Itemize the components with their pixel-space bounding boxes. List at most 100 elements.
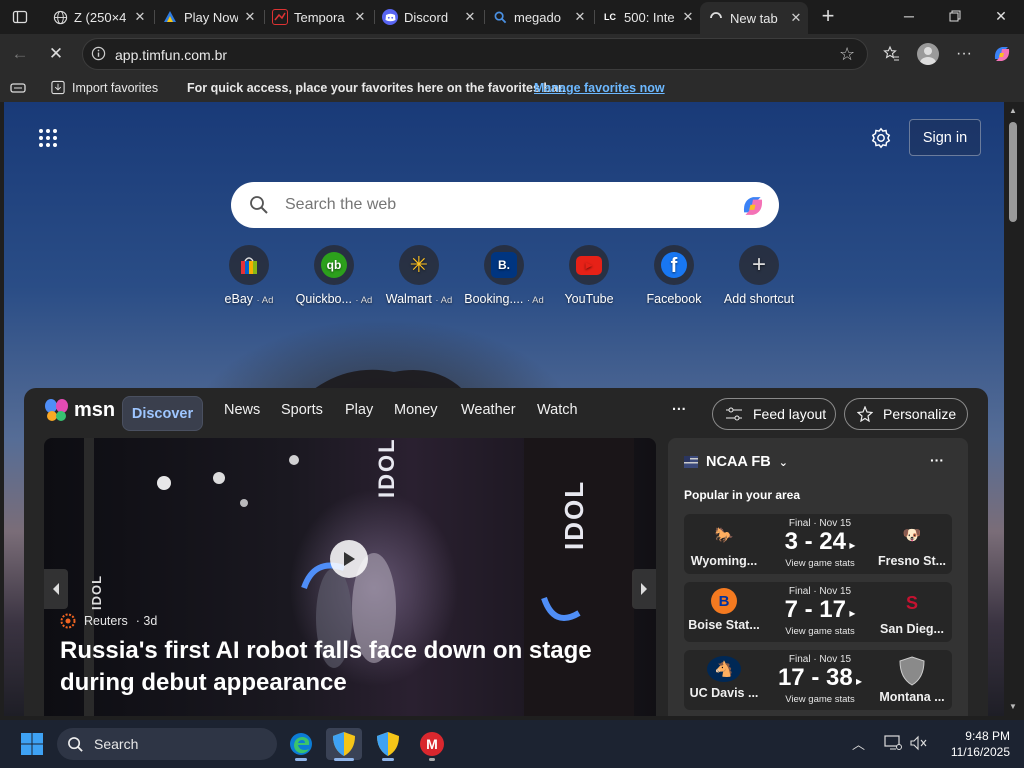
settings-gear-icon[interactable]	[870, 127, 892, 152]
back-button[interactable]: ←	[6, 40, 34, 68]
volume-muted-icon[interactable]	[910, 735, 928, 754]
personalize-button[interactable]: Personalize	[844, 398, 968, 430]
view-game-stats-link[interactable]: View game stats	[772, 626, 868, 637]
tab-z[interactable]: Z (250×4 ✕	[46, 4, 152, 30]
more-nav-button[interactable]: ···	[672, 402, 687, 418]
shield-icon	[333, 732, 355, 756]
page-scrollbar[interactable]: ▲ ▼	[1004, 102, 1024, 716]
favorites-icon[interactable]	[878, 40, 906, 68]
apps-grid-icon[interactable]	[38, 128, 58, 151]
running-indicator	[429, 758, 435, 761]
nav-play[interactable]: Play	[345, 402, 373, 418]
network-monitor-icon[interactable]	[884, 735, 902, 754]
close-tab-icon[interactable]: ✕	[354, 9, 366, 25]
nav-watch[interactable]: Watch	[537, 402, 578, 418]
nav-news[interactable]: News	[224, 402, 260, 418]
game-row[interactable]: 🐴 UC Davis ... Final · Nov 15 17 - 38 ▸ V…	[684, 650, 952, 710]
carousel-prev-button[interactable]	[44, 569, 68, 609]
nav-discover[interactable]: Discover	[122, 396, 203, 431]
tab-tempora[interactable]: Tempora ✕	[266, 4, 372, 30]
running-indicator	[295, 758, 307, 761]
stop-loading-button[interactable]: ✕	[42, 40, 70, 68]
address-bar[interactable]: app.timfun.com.br ☆	[82, 38, 868, 70]
view-game-stats-link[interactable]: View game stats	[772, 558, 868, 569]
hero-article[interactable]: IDOL IDOL IDOL Reuters · 3d Russia's fir…	[44, 438, 656, 716]
more-menu-icon[interactable]: ···	[950, 40, 978, 68]
windows-logo-icon	[21, 733, 43, 755]
info-icon[interactable]	[91, 46, 106, 64]
close-tab-icon[interactable]: ✕	[244, 9, 256, 25]
new-tab-page: Sign in eBay · Ad qb Quickbo... · Ad ✳ W…	[4, 102, 1004, 716]
new-tab-button[interactable]: +	[814, 2, 842, 30]
search-input[interactable]	[285, 193, 705, 217]
restore-icon[interactable]	[932, 0, 978, 32]
close-tab-icon[interactable]: ✕	[574, 9, 586, 25]
nav-weather[interactable]: Weather	[461, 402, 516, 418]
navigation-bar: ← ✕ app.timfun.com.br ☆ ···	[0, 34, 1024, 74]
close-tab-icon[interactable]: ✕	[134, 9, 146, 25]
taskbar-search[interactable]: Search	[57, 728, 277, 760]
lc-icon: LC	[604, 12, 616, 22]
shortcut-walmart[interactable]: ✳ Walmart · Ad	[374, 245, 464, 306]
start-button[interactable]	[14, 728, 50, 760]
view-game-stats-link[interactable]: View game stats	[772, 694, 868, 705]
play-video-button[interactable]	[330, 540, 368, 578]
tab-500[interactable]: LC 500: Inte ✕	[596, 4, 700, 30]
tab-discord[interactable]: Discord ✕	[376, 4, 482, 30]
game-score: Final · Nov 15 17 - 38 ▸ View game stats	[772, 654, 868, 705]
nav-money[interactable]: Money	[394, 402, 438, 418]
msn-logo[interactable]: msn	[44, 398, 115, 422]
scroll-down-icon[interactable]: ▼	[1009, 702, 1017, 711]
carousel-next-button[interactable]	[632, 569, 656, 609]
feed-layout-button[interactable]: Feed layout	[712, 398, 836, 430]
close-tab-icon[interactable]: ✕	[790, 10, 802, 26]
league-selector[interactable]: NCAA FB ⌄	[684, 454, 788, 470]
web-search-box[interactable]	[231, 182, 779, 228]
nav-sports[interactable]: Sports	[281, 402, 323, 418]
hero-headline[interactable]: Russia's first AI robot falls face down …	[60, 635, 650, 699]
card-more-options-icon[interactable]: ···	[930, 452, 944, 468]
scroll-up-icon[interactable]: ▲	[1009, 106, 1017, 115]
sign-in-button[interactable]: Sign in	[909, 119, 981, 156]
scrollbar-thumb[interactable]	[1009, 122, 1017, 222]
tab-megado[interactable]: megado ✕	[486, 4, 592, 30]
san-diego-state-logo-icon: S	[905, 592, 918, 613]
shortcut-facebook[interactable]: f Facebook	[629, 245, 719, 306]
shortcut-youtube[interactable]: ▶ YouTube	[544, 245, 634, 306]
import-favorites-button[interactable]: Import favorites	[72, 81, 158, 95]
mega-taskbar-button[interactable]: M	[414, 728, 450, 761]
system-clock[interactable]: 9:48 PM 11/16/2025	[944, 728, 1010, 760]
tab-actions-icon[interactable]	[6, 3, 34, 31]
copilot-icon[interactable]	[739, 192, 767, 223]
close-tab-icon[interactable]: ✕	[464, 9, 476, 25]
copilot-icon[interactable]	[988, 40, 1016, 68]
security-taskbar-button[interactable]	[326, 728, 362, 761]
collections-icon[interactable]	[10, 81, 26, 98]
tab-play-now[interactable]: Play Now ✕	[156, 4, 262, 30]
shortcut-quickbooks[interactable]: qb Quickbo... · Ad	[289, 245, 379, 306]
ad-badge: · Ad	[526, 295, 544, 306]
tab-title: Play Now	[184, 9, 238, 25]
profile-avatar[interactable]	[914, 40, 942, 68]
source-name: Reuters	[84, 614, 128, 628]
favorites-bar-message: For quick access, place your favorites h…	[187, 81, 566, 95]
minimize-icon[interactable]: ─	[886, 0, 932, 32]
show-hidden-icons-icon[interactable]: ︿	[852, 734, 865, 753]
game-row[interactable]: 🐎 Wyoming... Final · Nov 15 3 - 24 ▸ View…	[684, 514, 952, 574]
security-taskbar-button-2[interactable]	[370, 728, 406, 761]
ad-badge: · Ad	[355, 295, 373, 306]
score-text: 7 - 17	[784, 596, 846, 623]
favorite-star-icon[interactable]: ☆	[839, 44, 855, 65]
tab-new-tab[interactable]: New tab ✕	[700, 2, 808, 34]
shortcut-booking[interactable]: B. Booking.... · Ad	[459, 245, 549, 306]
manage-favorites-link[interactable]: Manage favorites now	[534, 81, 665, 95]
close-window-icon[interactable]: ✕	[978, 0, 1024, 32]
add-shortcut-button[interactable]: + Add shortcut	[714, 245, 804, 306]
game-row[interactable]: B Boise Stat... Final · Nov 15 7 - 17 ▸ V…	[684, 582, 952, 642]
url-text[interactable]: app.timfun.com.br	[115, 47, 227, 63]
shortcut-ebay[interactable]: eBay · Ad	[204, 245, 294, 306]
edge-taskbar-button[interactable]	[283, 728, 319, 761]
discord-icon	[382, 9, 398, 25]
league-name: NCAA FB	[706, 454, 771, 470]
close-tab-icon[interactable]: ✕	[682, 9, 694, 25]
